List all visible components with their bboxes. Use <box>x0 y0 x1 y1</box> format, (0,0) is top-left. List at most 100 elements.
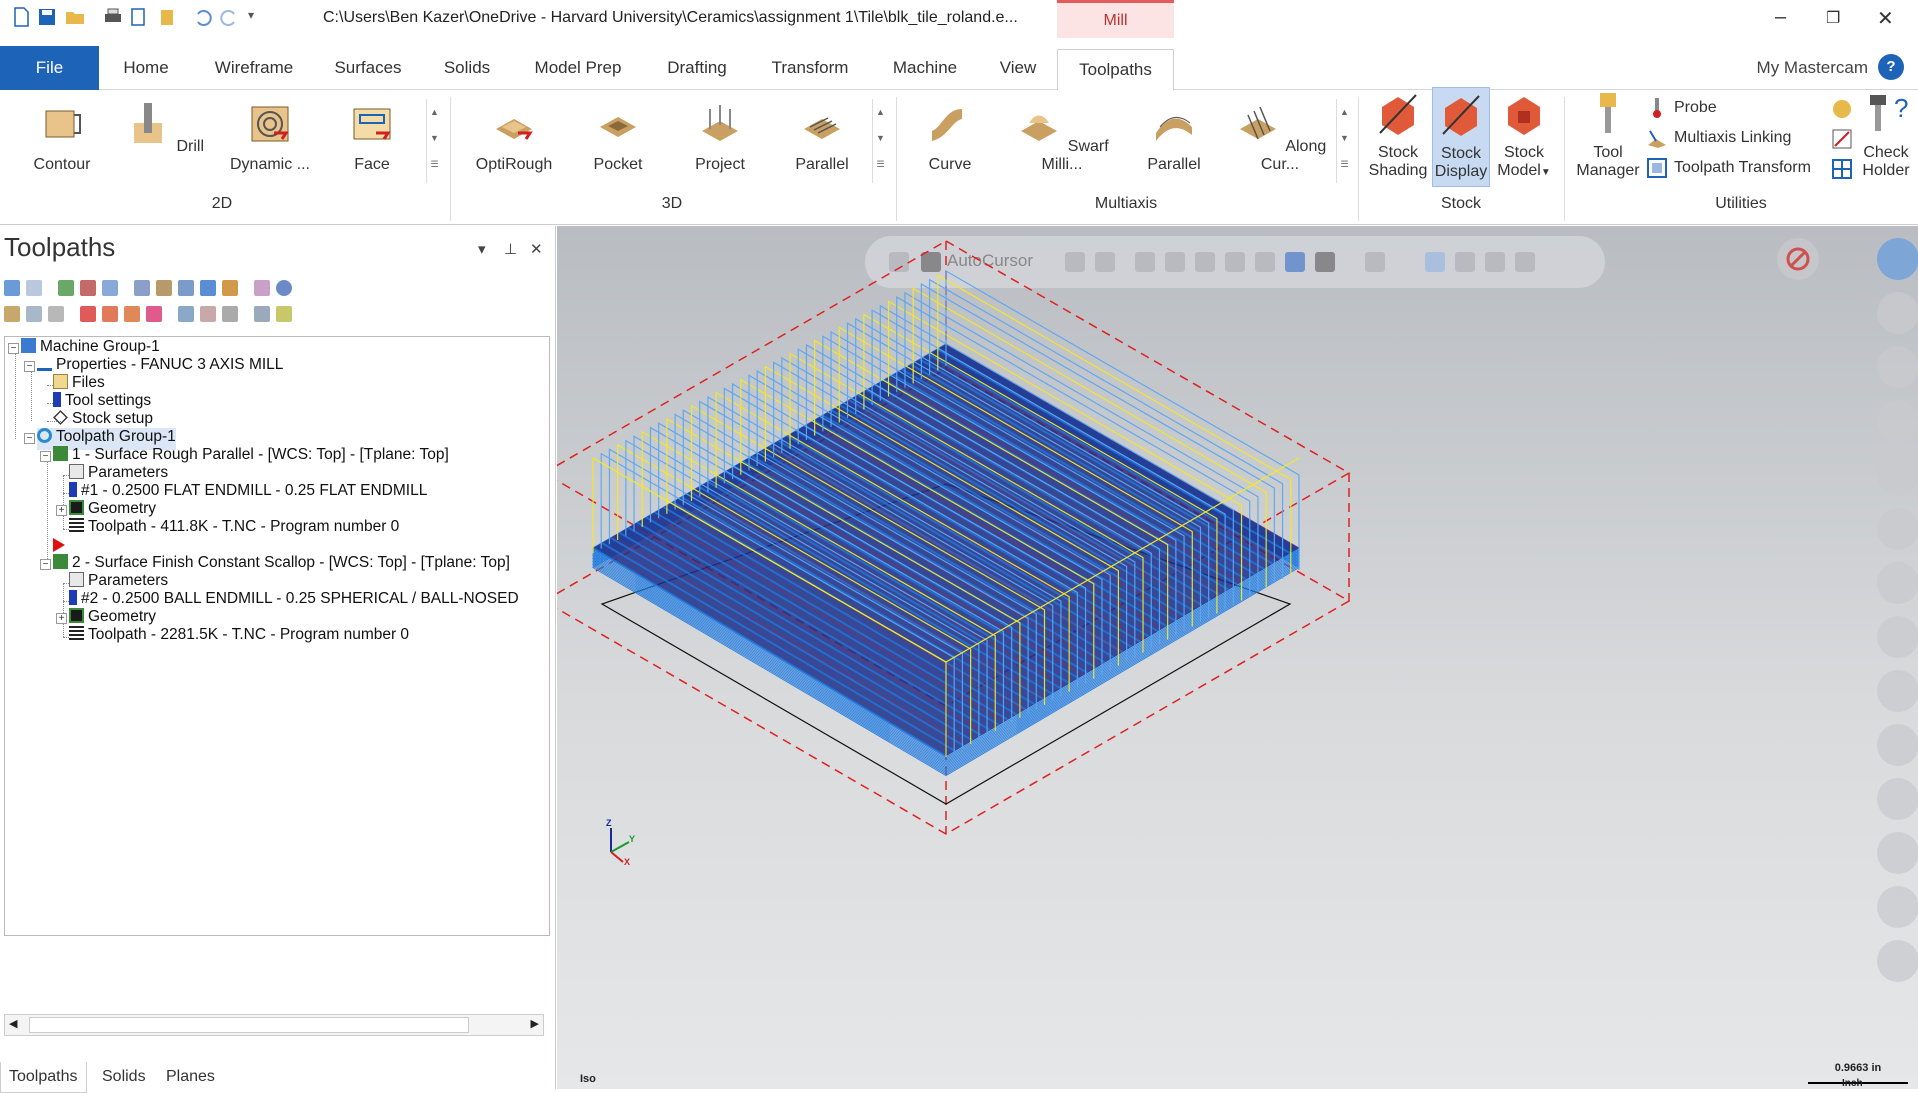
select-all-icon[interactable] <box>4 280 20 296</box>
qat-dropdown-icon[interactable]: ▾ <box>248 8 254 22</box>
pocket-button[interactable]: Pocket <box>578 101 658 174</box>
settings-icon[interactable] <box>276 306 292 322</box>
tab-home[interactable]: Home <box>110 46 182 90</box>
tree-node-op2-toolpath[interactable]: Toolpath - 2281.5K - T.NC - Program numb… <box>69 626 409 648</box>
tab-toolpaths-pane[interactable]: Toolpaths <box>0 1062 87 1093</box>
probe-button[interactable]: Probe <box>1646 97 1717 119</box>
new-file-icon[interactable] <box>10 6 32 28</box>
stock-model-button[interactable]: Stock Model▼ <box>1492 91 1556 182</box>
tab-solids-pane[interactable]: Solids <box>94 1062 154 1092</box>
toolpath-transform-button[interactable]: Toolpath Transform <box>1646 157 1811 179</box>
parallel-3d-button[interactable]: Parallel <box>782 101 862 174</box>
delete-icon[interactable] <box>254 280 270 296</box>
face-button[interactable]: Face <box>336 101 408 174</box>
move-down-icon[interactable] <box>80 306 96 322</box>
expand-toggle[interactable]: − <box>40 559 51 570</box>
close-button[interactable]: ✕ <box>1877 6 1894 31</box>
move-up-icon[interactable] <box>102 306 118 322</box>
insert-arrow-icon[interactable] <box>124 306 140 322</box>
regen-dirty-icon[interactable] <box>102 280 118 296</box>
horizontal-scrollbar[interactable]: ◀ ▶ <box>4 1014 544 1036</box>
scrollbar-thumb[interactable] <box>29 1017 469 1033</box>
panel-menu-chevron-icon[interactable]: ▾ <box>478 240 486 258</box>
file-tab[interactable]: File <box>0 46 99 90</box>
check-holder-button[interactable]: ? Check Holder <box>1856 91 1916 180</box>
stock-shading-button[interactable]: Stock Shading <box>1366 91 1430 180</box>
expand-toggle[interactable]: − <box>40 451 51 462</box>
only-display-selected-icon[interactable] <box>178 306 194 322</box>
gallery-2d-scroll[interactable]: ▲ ▼ ☰ <box>426 99 442 183</box>
tab-view[interactable]: View <box>988 46 1048 90</box>
deselect-icon[interactable] <box>26 280 42 296</box>
stock-model-icon <box>1508 97 1540 135</box>
optirough-button[interactable]: OptiRough <box>466 101 562 174</box>
post-g1-icon[interactable] <box>200 280 216 296</box>
dynamic-button[interactable]: Dynamic ... <box>222 101 318 174</box>
expand-toggle[interactable]: − <box>24 433 35 444</box>
scroll-to-arrow-icon[interactable] <box>146 306 162 322</box>
gallery-multiaxis-scroll[interactable]: ▲ ▼ ☰ <box>1336 99 1352 183</box>
tab-drafting[interactable]: Drafting <box>654 46 740 90</box>
face-label: Face <box>354 156 390 173</box>
parallel-multiaxis-button[interactable]: Parallel <box>1134 101 1214 174</box>
swarf-milling-button[interactable]: Swarf Milli... <box>1010 101 1114 174</box>
tab-transform[interactable]: Transform <box>758 46 862 90</box>
gallery-3d-scroll[interactable]: ▲ ▼ ☰ <box>872 99 888 183</box>
restore-button[interactable]: ❐ <box>1826 8 1840 28</box>
help-circle-icon[interactable] <box>276 280 292 296</box>
tab-solids[interactable]: Solids <box>432 46 502 90</box>
expand-toggle[interactable]: − <box>8 343 19 354</box>
curve-button[interactable]: Curve <box>910 101 990 174</box>
panel-close-icon[interactable]: ✕ <box>530 240 543 258</box>
save-icon[interactable] <box>36 6 58 28</box>
contour-button[interactable]: Contour <box>22 101 102 174</box>
tool-manager-button[interactable]: Tool Manager <box>1576 91 1640 180</box>
my-mastercam-link[interactable]: My Mastercam <box>1757 58 1868 78</box>
simulate-icon[interactable] <box>178 280 194 296</box>
tab-model-prep[interactable]: Model Prep <box>520 46 636 90</box>
tree-node-op1-toolpath[interactable]: Toolpath - 411.8K - T.NC - Program numbe… <box>69 518 399 540</box>
edit-icon[interactable] <box>254 306 270 322</box>
print-preview-icon[interactable] <box>128 6 150 28</box>
pin-icon[interactable]: ⊥ <box>504 240 517 258</box>
regenerate-icon[interactable] <box>80 280 96 296</box>
holder-settings-icon[interactable] <box>1830 97 1854 121</box>
expand-toggle[interactable]: + <box>56 613 67 624</box>
scroll-left-icon[interactable]: ◀ <box>9 1017 17 1030</box>
print-icon[interactable] <box>102 6 124 28</box>
lock-icon[interactable] <box>4 306 20 322</box>
scroll-right-icon[interactable]: ▶ <box>531 1017 539 1030</box>
undo-icon[interactable] <box>192 6 214 28</box>
expand-toggle[interactable]: − <box>24 361 35 372</box>
help-icon[interactable]: ? <box>1878 54 1904 80</box>
project-button[interactable]: Project <box>680 101 760 174</box>
multiaxis-linking-button[interactable]: Multiaxis Linking <box>1646 127 1791 149</box>
expand-toggle[interactable]: + <box>56 505 67 516</box>
minimize-button[interactable]: – <box>1775 6 1786 29</box>
multiaxis-linking-label: Multiaxis Linking <box>1674 129 1792 147</box>
display-options-icon[interactable] <box>222 306 238 322</box>
toggle-display-icon[interactable] <box>26 306 42 322</box>
stock-report-icon[interactable] <box>1830 127 1854 151</box>
tab-surfaces[interactable]: Surfaces <box>322 46 414 90</box>
stock-display-label-1: Stock <box>1440 145 1481 162</box>
graphics-viewport[interactable]: AutoCursor Z Y X Iso 0.9663 in Inch <box>557 226 1918 1089</box>
clipboard-icon[interactable] <box>156 6 178 28</box>
high-feed-icon[interactable] <box>222 280 238 296</box>
tab-wireframe[interactable]: Wireframe <box>204 46 304 90</box>
stock-display-button[interactable]: Stock Display <box>1432 87 1490 187</box>
toggle-posting-icon[interactable] <box>48 306 64 322</box>
grid-info-icon[interactable] <box>1830 157 1854 181</box>
verify-icon[interactable] <box>156 280 172 296</box>
tab-machine[interactable]: Machine <box>880 46 970 90</box>
display-associated-icon[interactable] <box>200 306 216 322</box>
open-folder-icon[interactable] <box>64 6 86 28</box>
tab-planes-pane[interactable]: Planes <box>158 1062 223 1092</box>
insert-arrow-icon[interactable] <box>51 537 67 553</box>
drill-button[interactable]: Drill <box>124 101 204 156</box>
tab-toolpaths[interactable]: Toolpaths <box>1057 49 1174 91</box>
backplot-icon[interactable] <box>134 280 150 296</box>
along-curve-button[interactable]: Along Cur... <box>1226 101 1334 174</box>
redo-icon[interactable] <box>218 6 240 28</box>
select-dirty-icon[interactable] <box>58 280 74 296</box>
